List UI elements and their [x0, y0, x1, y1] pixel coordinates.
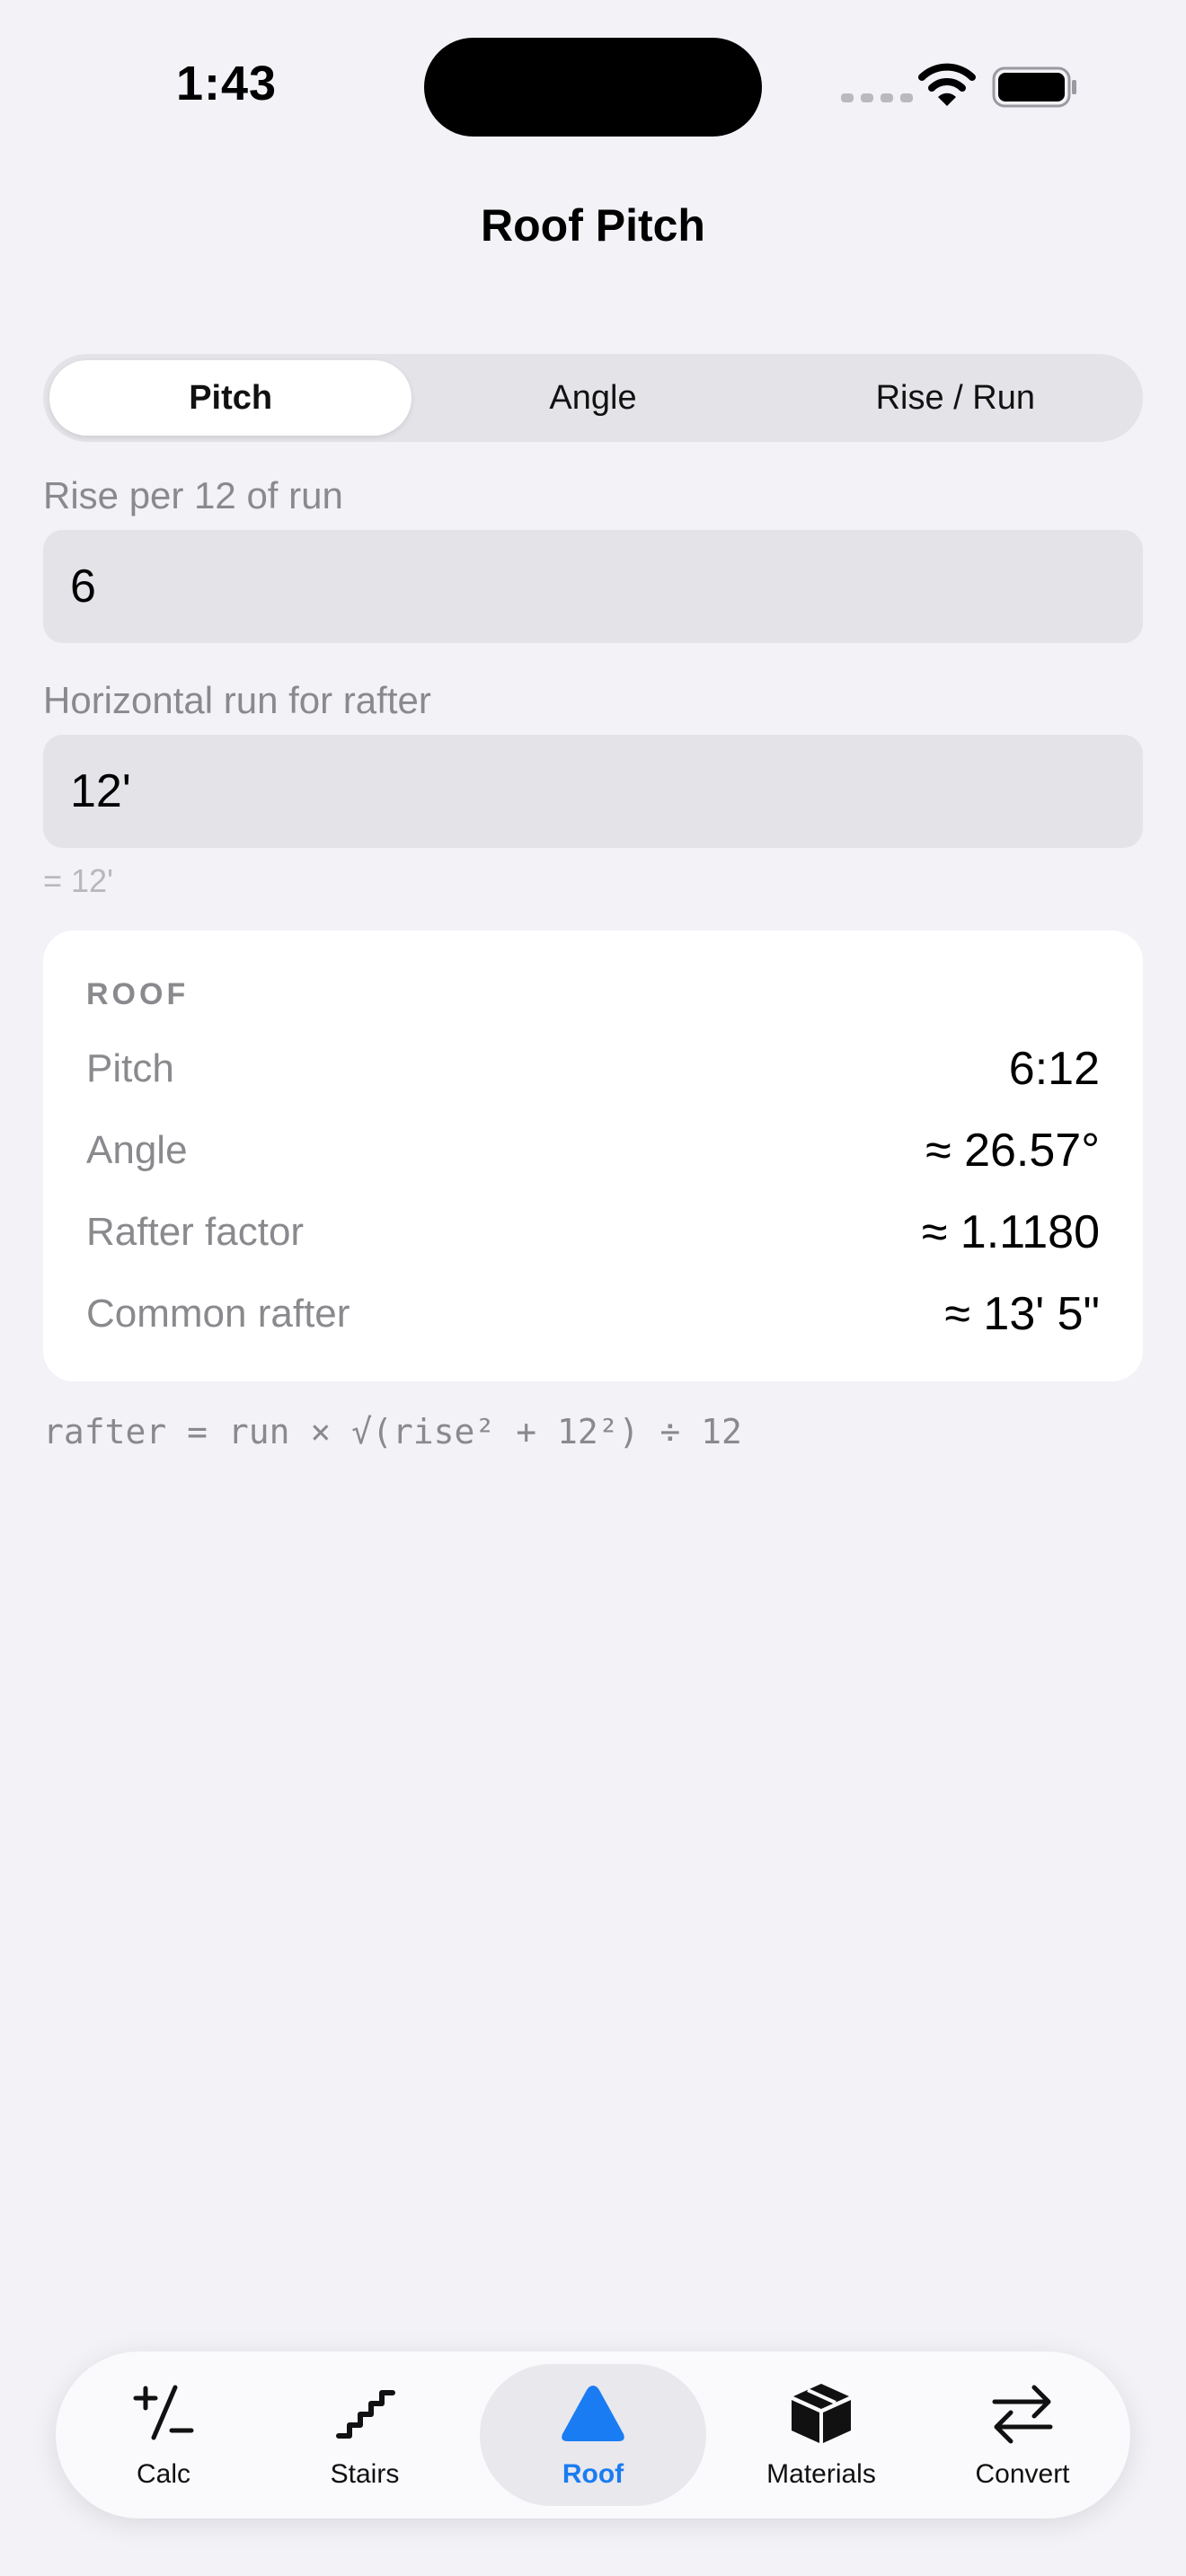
tab-label: Calc — [136, 2459, 190, 2489]
screen: 1:43 Roof Pitch Pitch Angle Rise / Run R… — [0, 0, 1186, 2576]
stairs-icon — [336, 2390, 395, 2439]
tab-calc[interactable]: Calc — [74, 2364, 253, 2506]
arrows-icon — [992, 2385, 1053, 2444]
tab-materials[interactable]: Materials — [731, 2364, 911, 2506]
tab-bar: Calc Stairs Roof Materials Convert — [56, 2351, 1130, 2519]
tab-label: Roof — [562, 2459, 624, 2489]
result-value: 6:12 — [1008, 1043, 1100, 1095]
card-header: ROOF — [86, 977, 190, 1011]
wifi-icon — [918, 63, 976, 106]
box-icon — [792, 2384, 851, 2443]
result-row-rafter-factor: Rafter factor ≈ 1.1180 — [86, 1205, 1100, 1259]
run-input[interactable] — [43, 735, 1143, 848]
result-row-common-rafter: Common rafter ≈ 13' 5" — [86, 1287, 1100, 1341]
tab-roof[interactable]: Roof — [480, 2364, 706, 2506]
tab-label: Materials — [766, 2459, 876, 2489]
result-label: Angle — [86, 1128, 188, 1172]
battery-icon — [992, 66, 1076, 108]
result-value: ≈ 26.57° — [925, 1125, 1100, 1177]
segment-angle[interactable]: Angle — [412, 360, 774, 436]
formula-text: rafter = run × √(rise² + 12²) ÷ 12 — [43, 1412, 742, 1451]
results-card: ROOF Pitch 6:12 Angle ≈ 26.57° Rafter fa… — [43, 931, 1143, 1381]
tab-stairs[interactable]: Stairs — [275, 2364, 455, 2506]
run-hint: = 12' — [43, 862, 113, 899]
rise-label: Rise per 12 of run — [43, 474, 343, 516]
result-label: Rafter factor — [86, 1210, 305, 1254]
tab-convert[interactable]: Convert — [933, 2364, 1112, 2506]
result-value: ≈ 1.1180 — [921, 1206, 1100, 1258]
tab-label: Convert — [975, 2459, 1070, 2489]
segment-pitch[interactable]: Pitch — [49, 360, 412, 436]
result-row-pitch: Pitch 6:12 — [86, 1042, 1100, 1096]
status-time: 1:43 — [176, 57, 278, 110]
rise-input[interactable] — [43, 530, 1143, 643]
result-row-angle: Angle ≈ 26.57° — [86, 1124, 1100, 1178]
plus-minus-icon — [133, 2385, 194, 2440]
segment-rise-run[interactable]: Rise / Run — [774, 360, 1137, 436]
tab-label: Stairs — [330, 2459, 400, 2489]
page-title: Roof Pitch — [481, 200, 705, 251]
result-value: ≈ 13' 5" — [944, 1288, 1100, 1340]
result-label: Pitch — [86, 1046, 174, 1090]
run-label: Horizontal run for rafter — [43, 679, 431, 721]
mode-segmented-control: Pitch Angle Rise / Run — [43, 354, 1143, 442]
result-label: Common rafter — [86, 1292, 350, 1336]
dynamic-island — [424, 38, 762, 137]
triangle-icon — [562, 2386, 624, 2441]
cellular-signal-icon — [841, 93, 913, 102]
